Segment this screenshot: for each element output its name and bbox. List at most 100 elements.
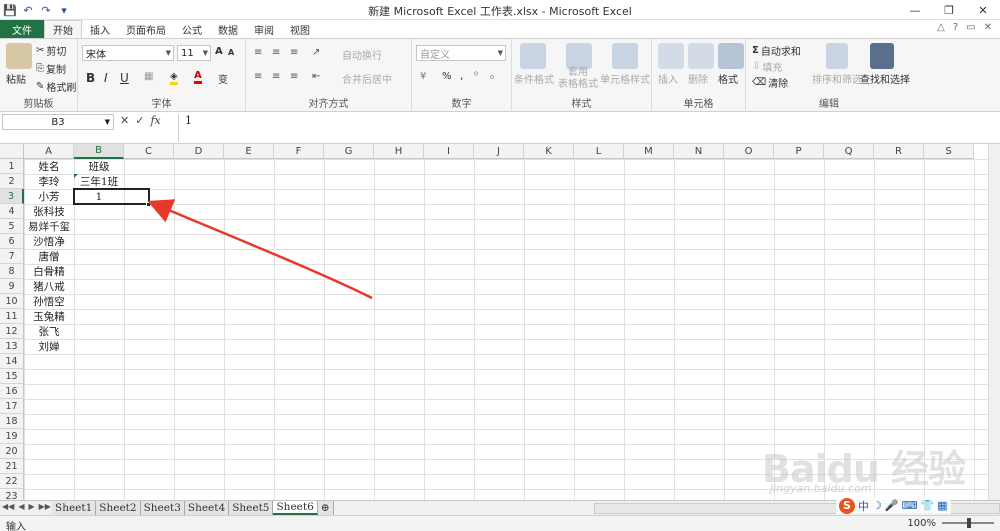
- row-header-3[interactable]: 3: [0, 189, 24, 204]
- align-right-icon[interactable]: ≡: [290, 71, 298, 82]
- cell-a13[interactable]: 刘婵: [24, 339, 74, 354]
- active-cell-b3[interactable]: [73, 188, 150, 205]
- increase-decimal-icon[interactable]: ⁰: [474, 71, 478, 82]
- sheet-tab-sheet5[interactable]: Sheet5: [229, 501, 274, 515]
- shrink-font-button[interactable]: A: [228, 48, 234, 57]
- align-top-icon[interactable]: ≡: [254, 47, 262, 58]
- row-header-13[interactable]: 13: [0, 339, 24, 354]
- italic-button[interactable]: I: [104, 71, 108, 85]
- save-icon[interactable]: 💾: [2, 2, 18, 18]
- row-header-1[interactable]: 1: [0, 159, 24, 174]
- cell-a12[interactable]: 张飞: [24, 324, 74, 339]
- redo-icon[interactable]: ↷: [38, 2, 54, 18]
- row-header-6[interactable]: 6: [0, 234, 24, 249]
- row-header-7[interactable]: 7: [0, 249, 24, 264]
- window-restore-icon[interactable]: ▭: [966, 22, 975, 33]
- first-sheet-icon[interactable]: ◀◀: [2, 502, 14, 511]
- column-header-q[interactable]: Q: [824, 144, 874, 159]
- sheet-tab-sheet2[interactable]: Sheet2: [96, 501, 141, 515]
- last-sheet-icon[interactable]: ▶▶: [39, 502, 51, 511]
- cell-a5[interactable]: 易烊千玺: [24, 219, 74, 234]
- collapse-ribbon-icon[interactable]: △: [937, 22, 945, 33]
- font-name-select[interactable]: 宋体 ▼: [82, 45, 174, 61]
- font-size-select[interactable]: 11 ▼: [177, 45, 211, 61]
- customize-qat-icon[interactable]: ▾: [56, 2, 72, 18]
- indent-icon[interactable]: ⇤: [312, 71, 320, 82]
- fill-button[interactable]: ⇩ 填充: [752, 59, 782, 74]
- cell-a1[interactable]: 姓名: [24, 159, 74, 174]
- column-header-o[interactable]: O: [724, 144, 774, 159]
- row-header-2[interactable]: 2: [0, 174, 24, 189]
- tab-home[interactable]: 开始: [44, 20, 82, 38]
- column-header-m[interactable]: M: [624, 144, 674, 159]
- row-header-20[interactable]: 20: [0, 444, 24, 459]
- currency-icon[interactable]: ¥: [420, 71, 426, 82]
- ime-menu-icon[interactable]: ▦: [937, 499, 947, 512]
- conditional-format-button[interactable]: 条件格式: [514, 71, 554, 86]
- column-header-d[interactable]: D: [174, 144, 224, 159]
- copy-button[interactable]: ⎘ 复制: [36, 61, 66, 76]
- restore-button[interactable]: ❐: [932, 0, 966, 20]
- insert-function-icon[interactable]: fx: [150, 114, 160, 127]
- comma-button[interactable]: ,: [460, 71, 463, 82]
- cell-a4[interactable]: 张科技: [24, 204, 74, 219]
- ime-skin-icon[interactable]: 👕: [920, 499, 934, 512]
- cell-a2[interactable]: 李玲: [24, 174, 74, 189]
- vertical-scrollbar[interactable]: [988, 144, 1000, 500]
- row-header-10[interactable]: 10: [0, 294, 24, 309]
- underline-button[interactable]: U: [120, 71, 129, 85]
- cell-a11[interactable]: 玉兔精: [24, 309, 74, 324]
- column-header-b[interactable]: B: [74, 144, 124, 159]
- column-header-n[interactable]: N: [674, 144, 724, 159]
- phonetic-button[interactable]: 变: [218, 71, 228, 86]
- row-header-18[interactable]: 18: [0, 414, 24, 429]
- column-header-p[interactable]: P: [774, 144, 824, 159]
- fill-color-button[interactable]: ◈: [170, 71, 178, 85]
- format-cells-button[interactable]: 格式: [718, 71, 738, 86]
- align-left-icon[interactable]: ≡: [254, 71, 262, 82]
- cell-styles-button[interactable]: 单元格样式: [600, 71, 650, 86]
- confirm-entry-icon[interactable]: ✓: [135, 114, 144, 127]
- tab-page-layout[interactable]: 页面布局: [118, 20, 174, 38]
- row-header-22[interactable]: 22: [0, 474, 24, 489]
- name-box[interactable]: B3 ▼: [2, 114, 114, 130]
- insert-cells-button[interactable]: 插入: [658, 71, 678, 86]
- minimize-button[interactable]: —: [898, 0, 932, 20]
- cell-a10[interactable]: 孙悟空: [24, 294, 74, 309]
- window-close-icon[interactable]: ✕: [984, 22, 992, 33]
- cell-b1[interactable]: 班级: [74, 159, 124, 174]
- cancel-entry-icon[interactable]: ✕: [120, 114, 129, 127]
- cut-button[interactable]: ✂ 剪切: [36, 43, 66, 58]
- prev-sheet-icon[interactable]: ◀: [18, 502, 24, 511]
- tab-formulas[interactable]: 公式: [174, 20, 210, 38]
- select-all-corner[interactable]: [0, 144, 24, 159]
- row-header-14[interactable]: 14: [0, 354, 24, 369]
- ime-moon-icon[interactable]: ☽: [872, 499, 882, 512]
- tab-view[interactable]: 视图: [282, 20, 318, 38]
- font-color-button[interactable]: A: [194, 70, 202, 84]
- borders-button[interactable]: ▦: [144, 71, 153, 82]
- decrease-decimal-icon[interactable]: ₀: [490, 71, 494, 82]
- next-sheet-icon[interactable]: ▶: [28, 502, 34, 511]
- ime-language[interactable]: 中: [858, 498, 869, 514]
- close-button[interactable]: ✕: [966, 0, 1000, 20]
- row-header-4[interactable]: 4: [0, 204, 24, 219]
- tab-review[interactable]: 审阅: [246, 20, 282, 38]
- row-header-21[interactable]: 21: [0, 459, 24, 474]
- sogou-logo-icon[interactable]: S: [839, 497, 855, 514]
- row-header-11[interactable]: 11: [0, 309, 24, 324]
- zoom-level[interactable]: 100%: [907, 518, 936, 529]
- column-header-h[interactable]: H: [374, 144, 424, 159]
- row-header-8[interactable]: 8: [0, 264, 24, 279]
- cell-a7[interactable]: 唐僧: [24, 249, 74, 264]
- column-header-k[interactable]: K: [524, 144, 574, 159]
- cell-a6[interactable]: 沙悟净: [24, 234, 74, 249]
- column-header-g[interactable]: G: [324, 144, 374, 159]
- clear-button[interactable]: ⌫ 清除: [752, 75, 788, 90]
- row-header-15[interactable]: 15: [0, 369, 24, 384]
- formula-input[interactable]: 1: [178, 114, 988, 142]
- ime-keyboard-icon[interactable]: ⌨: [902, 499, 918, 512]
- column-header-j[interactable]: J: [474, 144, 524, 159]
- column-header-f[interactable]: F: [274, 144, 324, 159]
- cell-a8[interactable]: 白骨精: [24, 264, 74, 279]
